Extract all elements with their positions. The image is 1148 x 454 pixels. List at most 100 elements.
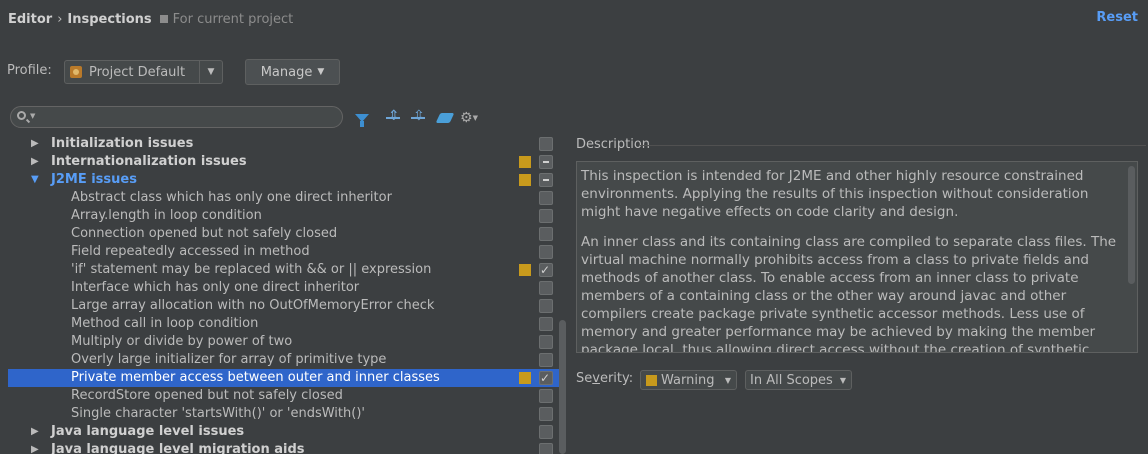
tree-inspection-row[interactable]: Abstract class which has only one direct… — [8, 189, 560, 207]
enable-checkbox[interactable] — [539, 245, 553, 259]
breadcrumb: Editor › Inspections For current project — [8, 10, 293, 28]
tree-inspection-row[interactable]: Method call in loop condition — [8, 315, 560, 333]
enable-checkbox[interactable] — [539, 443, 553, 454]
description-scrollbar-thumb[interactable] — [1128, 166, 1135, 284]
enable-checkbox[interactable] — [539, 317, 553, 331]
enable-checkbox[interactable] — [539, 227, 553, 241]
enable-checkbox[interactable] — [539, 137, 553, 151]
tree-scrollbar[interactable] — [558, 135, 567, 454]
description-panel: This inspection is intended for J2ME and… — [576, 161, 1138, 353]
tree-group-row[interactable]: ▶ Initialization issues — [8, 135, 560, 153]
warning-severity-icon — [519, 372, 531, 384]
tree-scrollbar-thumb[interactable] — [559, 320, 566, 454]
tree-inspection-row[interactable]: Field repeatedly accessed in method — [8, 243, 560, 261]
tree-inspection-row[interactable]: Connection opened but not safely closed — [8, 225, 560, 243]
description-separator — [640, 145, 1146, 146]
enable-checkbox[interactable] — [539, 369, 553, 387]
enable-checkbox[interactable] — [539, 209, 553, 223]
tree-row-label: Field repeatedly accessed in method — [71, 244, 310, 259]
collapsed-arrow-icon[interactable]: ▶ — [31, 423, 39, 441]
tree-row-label: Array.length in loop condition — [71, 208, 262, 223]
expand-all-button[interactable] — [384, 108, 402, 126]
tree-inspection-row[interactable]: 'if' statement may be replaced with && o… — [8, 261, 560, 279]
tree-row-label: Private member access between outer and … — [71, 370, 440, 385]
enable-checkbox[interactable] — [539, 335, 553, 349]
breadcrumb-editor[interactable]: Editor — [8, 12, 52, 27]
severity-value: Warning — [661, 372, 715, 388]
expanded-arrow-icon[interactable]: ▼ — [31, 171, 39, 189]
enable-checkbox[interactable] — [539, 261, 553, 279]
profile-label: Profile: — [7, 63, 52, 78]
tree-row-label: RecordStore opened but not safely closed — [71, 388, 343, 403]
project-icon — [159, 15, 168, 23]
enable-checkbox[interactable] — [539, 281, 553, 295]
severity-label-part: erity: — [599, 371, 634, 386]
tree-inspection-row[interactable]: RecordStore opened but not safely closed — [8, 387, 560, 405]
tree-row-label: Abstract class which has only one direct… — [71, 190, 392, 205]
collapse-all-button[interactable] — [409, 108, 427, 126]
tree-row-label: Initialization issues — [51, 136, 194, 151]
tree-group-row[interactable]: ▶ Internationalization issues — [8, 153, 560, 171]
filter-button[interactable] — [353, 110, 371, 127]
enable-checkbox[interactable] — [539, 299, 553, 313]
tree-group-row[interactable]: ▶ Java language level migration aids — [8, 441, 560, 454]
manage-button[interactable]: Manage ▼ — [245, 59, 340, 85]
eraser-icon — [435, 113, 455, 123]
tree-group-row[interactable]: ▼ J2ME issues — [8, 171, 560, 189]
description-text: This inspection is intended for J2ME and… — [581, 167, 1117, 352]
enable-checkbox[interactable] — [539, 389, 553, 403]
scope-combo[interactable]: In All Scopes ▼ — [745, 370, 852, 390]
expand-all-icon — [386, 108, 400, 125]
tree-inspection-row[interactable]: Array.length in loop condition — [8, 207, 560, 225]
search-input[interactable]: ▼ — [10, 106, 343, 128]
tree-group-row[interactable]: ▶ Java language level issues — [8, 423, 560, 441]
tree-row-label: Multiply or divide by power of two — [71, 334, 293, 349]
tree-inspection-row[interactable]: Interface which has only one direct inhe… — [8, 279, 560, 297]
description-scrollbar[interactable] — [1127, 164, 1136, 350]
collapsed-arrow-icon[interactable]: ▶ — [31, 441, 39, 454]
tree-row-label: Java language level issues — [51, 424, 245, 439]
tree-row-label: Method call in loop condition — [71, 316, 259, 331]
search-icon — [17, 111, 26, 120]
collapsed-arrow-icon[interactable]: ▶ — [31, 153, 39, 171]
warning-severity-icon — [519, 264, 531, 276]
severity-label-mnemonic: v — [592, 371, 600, 386]
search-history-dropdown-icon[interactable]: ▼ — [30, 112, 35, 120]
chevron-down-icon[interactable]: ▼ — [199, 61, 222, 83]
settings-button[interactable]: ⚙ ▼ — [458, 110, 480, 126]
enable-checkbox[interactable] — [539, 425, 553, 439]
description-paragraph: This inspection is intended for J2ME and… — [581, 168, 1089, 220]
enable-checkbox[interactable] — [539, 191, 553, 205]
manage-label: Manage — [260, 64, 313, 80]
description-label: Description — [576, 137, 651, 152]
tree-inspection-row[interactable]: Large array allocation with no OutOfMemo… — [8, 297, 560, 315]
tree-row-label: Interface which has only one direct inhe… — [71, 280, 360, 295]
severity-combo[interactable]: Warning ▼ — [640, 370, 737, 390]
inspection-tree[interactable]: ▶ Initialization issues ▶ Internationalizat… — [8, 135, 568, 454]
tree-row-label: J2ME issues — [51, 172, 137, 187]
tree-inspection-row[interactable]: Private member access between outer and … — [8, 369, 560, 387]
chevron-down-icon: ▼ — [724, 375, 731, 385]
warning-severity-icon — [519, 156, 531, 168]
dropdown-arrow-icon: ▼ — [317, 67, 325, 77]
profile-combo[interactable]: Project Default ▼ — [64, 60, 223, 84]
enable-checkbox[interactable] — [539, 353, 553, 367]
breadcrumb-separator: › — [57, 11, 63, 27]
tree-inspection-row[interactable]: Single character 'startsWith()' or 'ends… — [8, 405, 560, 423]
reset-to-default-button[interactable] — [435, 110, 455, 126]
tree-row-label: Internationalization issues — [51, 154, 247, 169]
filter-icon — [355, 114, 369, 127]
gear-icon: ⚙ — [460, 110, 473, 126]
enable-checkbox[interactable] — [539, 155, 553, 169]
profile-value: Project Default — [89, 64, 186, 80]
tree-row-label: Java language level migration aids — [51, 442, 305, 454]
collapse-all-icon — [411, 108, 425, 125]
enable-checkbox[interactable] — [539, 407, 553, 421]
reset-link[interactable]: Reset — [1096, 10, 1138, 25]
chevron-down-icon: ▼ — [839, 375, 846, 385]
warning-severity-icon — [646, 374, 657, 386]
collapsed-arrow-icon[interactable]: ▶ — [31, 135, 39, 153]
tree-inspection-row[interactable]: Multiply or divide by power of two — [8, 333, 560, 351]
tree-inspection-row[interactable]: Overly large initializer for array of pr… — [8, 351, 560, 369]
enable-checkbox[interactable] — [539, 173, 553, 187]
